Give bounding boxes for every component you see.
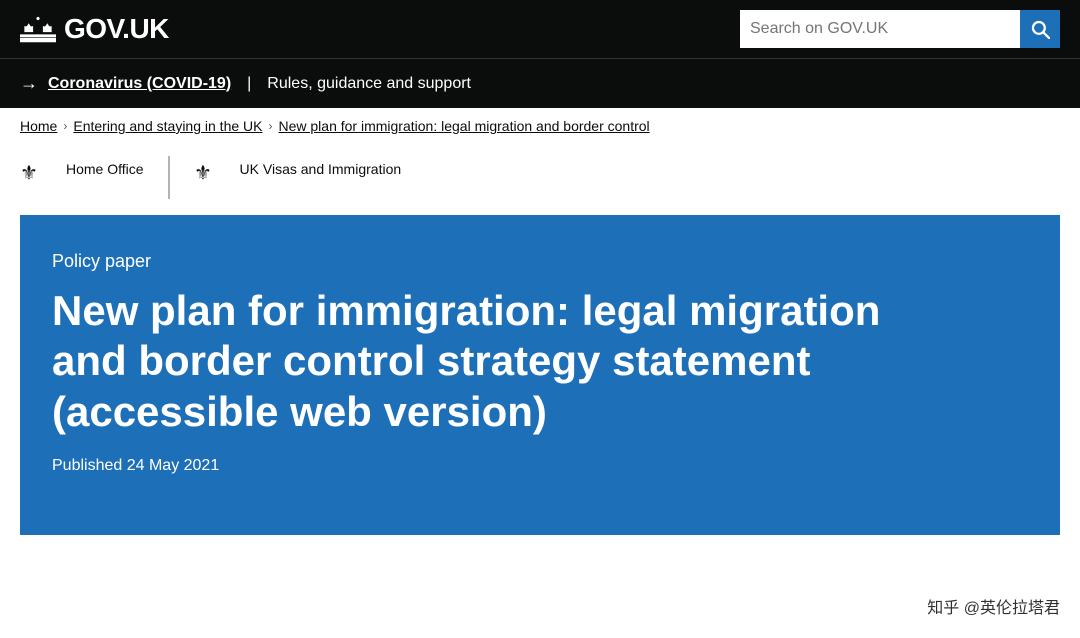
breadcrumb-current: New plan for immigration: legal migratio… — [278, 118, 649, 134]
svg-text:⚜: ⚜ — [20, 163, 38, 185]
ukvi-crest-icon: ⚜ — [194, 158, 230, 199]
gov-uk-logo[interactable]: GOV.UK — [20, 13, 169, 45]
search-container — [740, 10, 1060, 48]
site-header: GOV.UK — [0, 0, 1080, 58]
covid-support-text: Rules, guidance and support — [267, 75, 471, 93]
published-date: Published 24 May 2021 — [52, 457, 1028, 475]
home-office-crest-icon: ⚜ — [20, 158, 56, 199]
search-input[interactable] — [740, 10, 1020, 48]
policy-type: Policy paper — [52, 251, 1028, 272]
covid-arrow-icon: → — [20, 73, 38, 94]
watermark: 知乎 @英伦拉塔君 — [927, 594, 1060, 618]
hero-title: New plan for immigration: legal migratio… — [52, 286, 952, 437]
ukvi-name: UK Visas and Immigration — [240, 156, 402, 180]
search-button[interactable] — [1020, 10, 1060, 48]
covid-link[interactable]: Coronavirus (COVID-19) — [48, 75, 231, 93]
covid-banner: → Coronavirus (COVID-19) | Rules, guidan… — [0, 58, 1080, 108]
search-icon — [1030, 19, 1050, 39]
breadcrumb-chevron-2: › — [268, 119, 272, 133]
publishers-section: ⚜ Home Office ⚜ UK Visas and Immigration — [0, 144, 1080, 215]
breadcrumb-entering[interactable]: Entering and staying in the UK — [73, 118, 262, 134]
publisher-ukvi: ⚜ UK Visas and Immigration — [170, 156, 402, 199]
breadcrumb-chevron-1: › — [63, 119, 67, 133]
crown-icon — [20, 15, 56, 43]
breadcrumb: Home › Entering and staying in the UK › … — [0, 108, 1080, 144]
hero-section: Policy paper New plan for immigration: l… — [20, 215, 1060, 535]
publisher-home-office: ⚜ Home Office — [20, 156, 170, 199]
home-office-name: Home Office — [66, 156, 144, 180]
gov-uk-logo-text: GOV.UK — [64, 13, 169, 45]
svg-text:⚜: ⚜ — [194, 163, 212, 185]
covid-separator: | — [247, 75, 251, 93]
breadcrumb-home[interactable]: Home — [20, 118, 57, 134]
